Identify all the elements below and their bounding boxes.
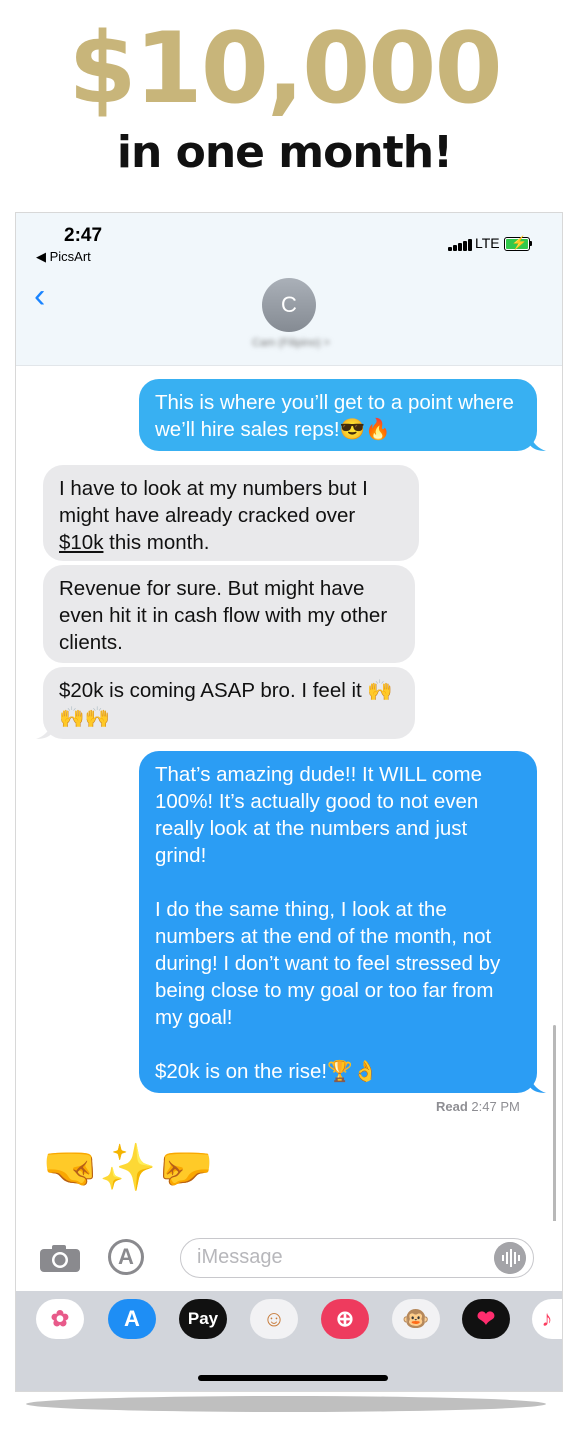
audio-waveform-icon[interactable]	[494, 1242, 526, 1274]
chevron-left-icon[interactable]: ‹	[34, 279, 45, 313]
message-bubble-sent[interactable]: This is where you’ll get to a point wher…	[139, 379, 537, 451]
cellular-signal-icon	[448, 239, 472, 251]
phone-shadow	[26, 1396, 546, 1412]
back-to-app-link[interactable]: ◀ PicsArt	[36, 249, 91, 265]
network-type: LTE	[475, 235, 500, 251]
message-bubble-received[interactable]: Revenue for sure. But might have even hi…	[43, 565, 415, 663]
digital-touch-app-icon[interactable]: ❤	[462, 1299, 510, 1339]
app-store-app-icon[interactable]: A	[108, 1299, 156, 1339]
emoji-reply-message[interactable]: 🤜✨🤛	[42, 1137, 214, 1197]
bubble-tail	[530, 435, 546, 451]
underlined-amount: $10k	[59, 531, 104, 554]
animoji-app-icon[interactable]: 🐵	[392, 1299, 440, 1339]
photos-app-icon[interactable]: ✿	[36, 1299, 84, 1339]
read-receipt: Read 2:47 PM	[436, 1099, 520, 1114]
status-time: 2:47	[64, 225, 103, 246]
apple-pay-app-icon[interactable]: Pay	[179, 1299, 227, 1339]
message-bubble-received[interactable]: I have to look at my numbers but I might…	[43, 465, 419, 561]
contact-name[interactable]: Cam (Filipino) >	[238, 337, 344, 349]
battery-icon: ⚡	[504, 235, 530, 251]
camera-icon[interactable]	[38, 1243, 82, 1273]
bubble-tail	[36, 723, 52, 739]
phone-screenshot: 2:47 ◀ PicsArt LTE ⚡ ‹ C Cam (Filipino) …	[15, 212, 563, 1392]
message-bubble-received[interactable]: $20k is coming ASAP bro. I feel it 🙌🙌🙌	[43, 667, 415, 739]
bubble-tail	[530, 1077, 546, 1093]
memoji-app-icon[interactable]: ☺	[250, 1299, 298, 1339]
message-input[interactable]: iMessage	[180, 1238, 534, 1278]
message-bubble-sent[interactable]: That’s amazing dude!! It WILL come 100%!…	[139, 751, 537, 1093]
home-indicator[interactable]	[198, 1375, 388, 1381]
scrollbar[interactable]	[553, 1025, 556, 1225]
search-images-app-icon[interactable]: ⊕	[321, 1299, 369, 1339]
headline-amount: $10,000	[68, 12, 502, 126]
contact-avatar[interactable]: C	[262, 278, 316, 332]
app-store-icon[interactable]: A	[108, 1239, 144, 1275]
headline-subtitle: in one month!	[116, 127, 453, 178]
charging-bolt-icon: ⚡	[511, 235, 528, 250]
